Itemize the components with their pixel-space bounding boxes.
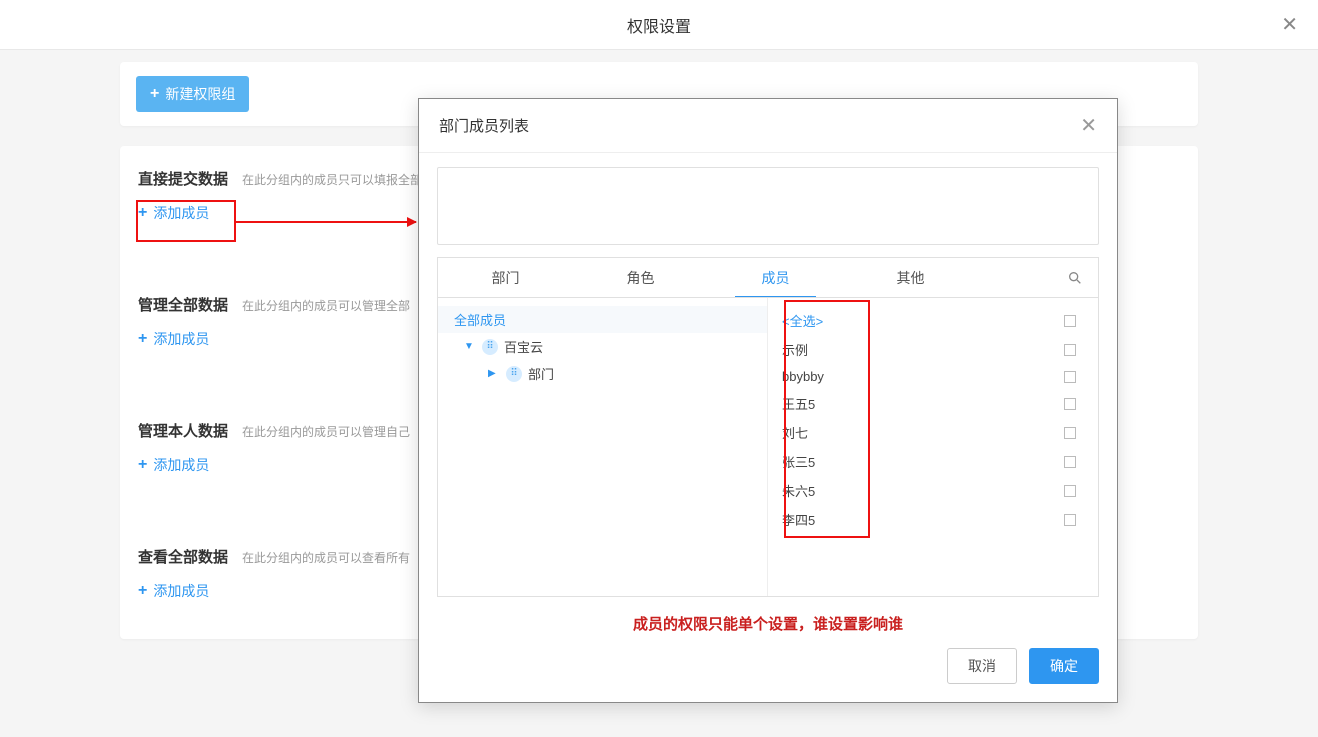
add-member-button[interactable]: + 添加成员 [138, 581, 209, 601]
tab-other-label: 其他 [897, 268, 925, 288]
confirm-label: 确定 [1050, 658, 1078, 674]
select-all-label: <全选> [782, 311, 823, 330]
tree-org[interactable]: ▼ ⠿ 百宝云 [438, 333, 767, 360]
member-picker-modal: 部门成员列表 ✕ 部门 角色 成员 其他 全部成员 ▼ ⠿ 百宝云 [418, 98, 1118, 703]
add-member-button[interactable]: + 添加成员 [138, 455, 209, 475]
checkbox[interactable] [1064, 371, 1076, 383]
member-row[interactable]: 张三5 [768, 447, 1098, 476]
checkbox[interactable] [1064, 344, 1076, 356]
search-icon[interactable] [1052, 258, 1098, 297]
group-desc: 在此分组内的成员可以查看所有 [242, 549, 410, 566]
add-member-label: 添加成员 [153, 581, 209, 601]
member-name: 示例 [782, 340, 808, 359]
page-title: 权限设置 [627, 13, 691, 37]
dept-icon: ⠿ [506, 366, 522, 382]
tab-member-label: 成员 [762, 268, 790, 288]
confirm-button[interactable]: 确定 [1029, 648, 1099, 684]
tree-root-label: 全部成员 [454, 310, 506, 329]
add-member-label: 添加成员 [153, 455, 209, 475]
cancel-label: 取消 [968, 658, 996, 674]
member-name: 李四5 [782, 510, 815, 529]
checkbox[interactable] [1064, 315, 1076, 327]
tree-org-label: 百宝云 [504, 337, 543, 356]
checkbox[interactable] [1064, 456, 1076, 468]
member-row[interactable]: 李四5 [768, 505, 1098, 534]
group-title: 查看全部数据 [138, 546, 228, 567]
checkbox[interactable] [1064, 514, 1076, 526]
member-row[interactable]: bbybby [768, 364, 1098, 389]
page-header: 权限设置 ✕ [0, 0, 1318, 50]
add-member-label: 添加成员 [153, 203, 209, 223]
modal-close-icon[interactable]: ✕ [1080, 116, 1097, 136]
tab-role[interactable]: 角色 [573, 258, 708, 297]
tree-dept[interactable]: ▶ ⠿ 部门 [438, 360, 767, 387]
tab-member[interactable]: 成员 [708, 258, 843, 297]
member-name: 王五5 [782, 394, 815, 413]
member-name: 张三5 [782, 452, 815, 471]
member-name: 刘七 [782, 423, 808, 442]
add-member-button[interactable]: + 添加成员 [138, 329, 209, 349]
plus-icon: + [138, 205, 147, 221]
picker-body: 全部成员 ▼ ⠿ 百宝云 ▶ ⠿ 部门 <全选> 示例bbybby王 [437, 297, 1099, 597]
checkbox[interactable] [1064, 398, 1076, 410]
plus-icon: + [138, 331, 147, 347]
member-row[interactable]: 王五5 [768, 389, 1098, 418]
tab-dept-label: 部门 [492, 268, 520, 288]
modal-header: 部门成员列表 ✕ [419, 99, 1117, 153]
tree-root[interactable]: 全部成员 [438, 306, 767, 333]
group-desc: 在此分组内的成员可以管理自己 [242, 423, 410, 440]
plus-icon: + [150, 86, 159, 102]
tree-dept-label: 部门 [528, 364, 554, 383]
plus-icon: + [138, 583, 147, 599]
org-icon: ⠿ [482, 339, 498, 355]
modal-footer: 取消 确定 [419, 634, 1117, 702]
caret-down-icon: ▼ [464, 341, 476, 352]
group-desc: 在此分组内的成员只可以填报全部 [242, 171, 422, 188]
member-row[interactable]: 朱六5 [768, 476, 1098, 505]
dept-tree: 全部成员 ▼ ⠿ 百宝云 ▶ ⠿ 部门 [438, 298, 768, 596]
modal-title: 部门成员列表 [439, 115, 529, 136]
select-all-row[interactable]: <全选> [768, 306, 1098, 335]
member-name: 朱六5 [782, 481, 815, 500]
selected-members-area[interactable] [437, 167, 1099, 245]
new-permission-group-label: 新建权限组 [165, 84, 235, 104]
member-row[interactable]: 刘七 [768, 418, 1098, 447]
group-title: 管理本人数据 [138, 420, 228, 441]
modal-body: 部门 角色 成员 其他 全部成员 ▼ ⠿ 百宝云 ▶ ⠿ [419, 153, 1117, 634]
tab-role-label: 角色 [627, 268, 655, 288]
group-desc: 在此分组内的成员可以管理全部 [242, 297, 410, 314]
annotation-note: 成员的权限只能单个设置，谁设置影响谁 [437, 613, 1099, 634]
checkbox[interactable] [1064, 485, 1076, 497]
checkbox[interactable] [1064, 427, 1076, 439]
member-list: <全选> 示例 bbybby 王五5 刘七张三5 朱六5 李四5 [768, 298, 1098, 596]
picker-tabs: 部门 角色 成员 其他 [437, 257, 1099, 297]
plus-icon: + [138, 457, 147, 473]
close-icon[interactable]: ✕ [1281, 15, 1298, 35]
cancel-button[interactable]: 取消 [947, 648, 1017, 684]
add-member-button[interactable]: + 添加成员 [138, 203, 209, 223]
add-member-label: 添加成员 [153, 329, 209, 349]
new-permission-group-button[interactable]: + 新建权限组 [136, 76, 249, 112]
member-row[interactable]: 示例 [768, 335, 1098, 364]
tab-other[interactable]: 其他 [843, 258, 978, 297]
caret-right-icon: ▶ [488, 368, 500, 379]
tab-dept[interactable]: 部门 [438, 258, 573, 297]
member-name: bbybby [782, 369, 824, 384]
group-title: 管理全部数据 [138, 294, 228, 315]
group-title: 直接提交数据 [138, 168, 228, 189]
